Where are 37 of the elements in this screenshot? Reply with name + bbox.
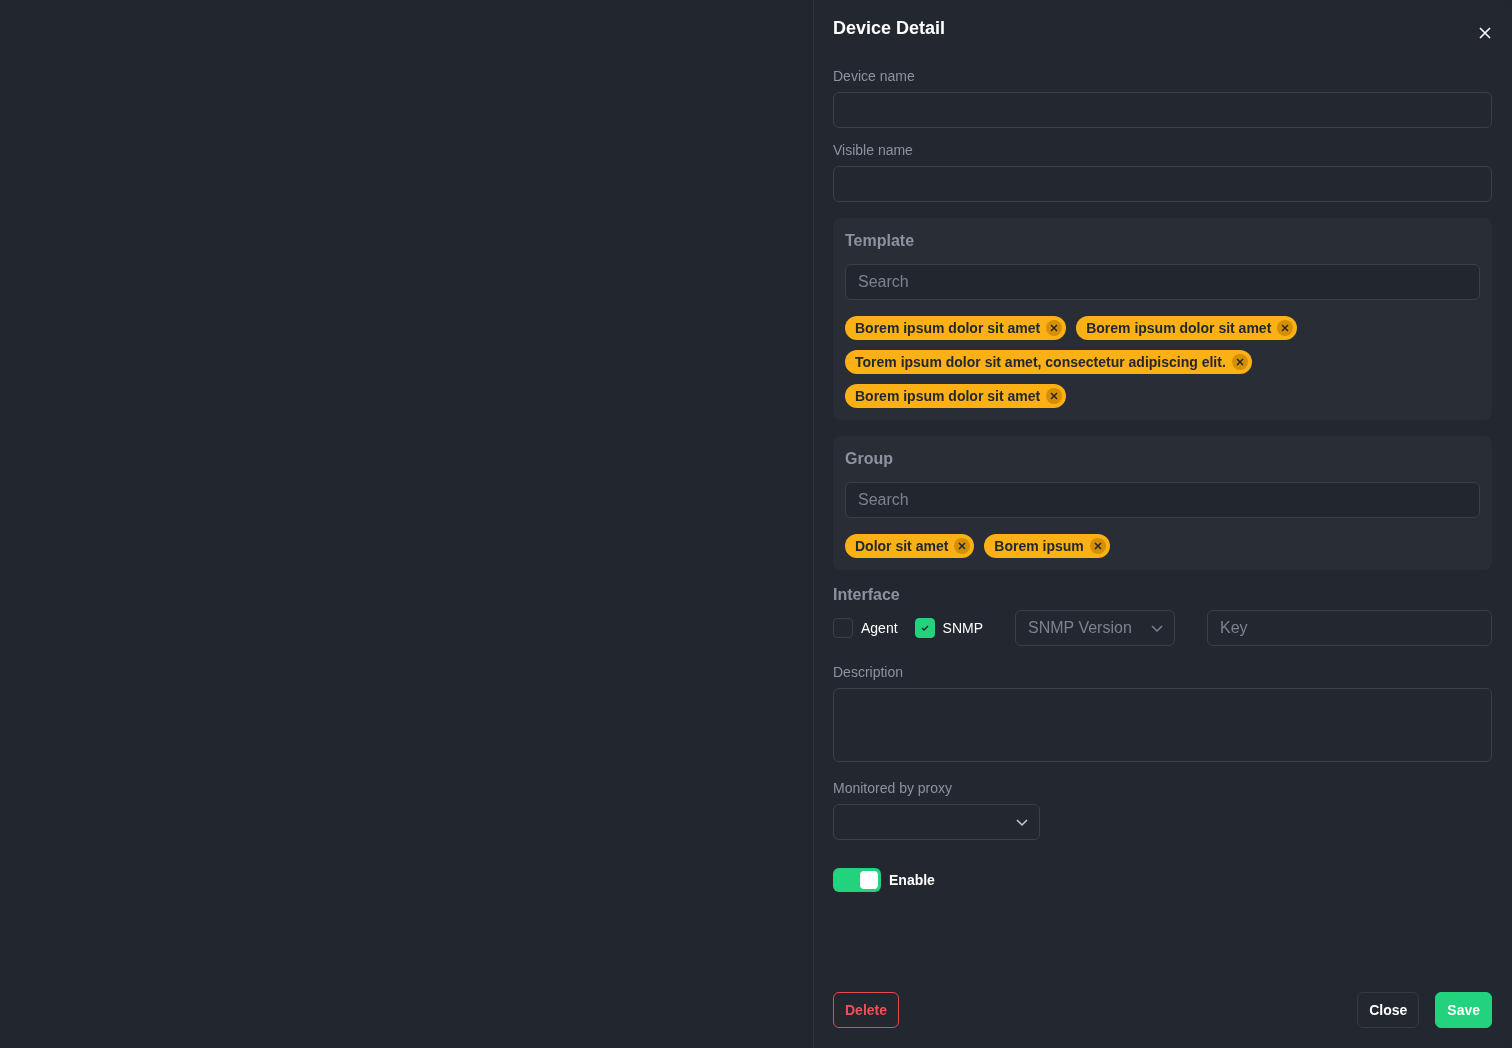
description-field[interactable]	[833, 688, 1492, 762]
field-label: Description	[833, 664, 905, 680]
text-input[interactable]	[833, 92, 1492, 128]
enable-toggle[interactable]	[833, 868, 881, 892]
checkbox-label: SNMP	[942, 620, 984, 636]
check-icon	[919, 623, 930, 633]
text-input[interactable]	[833, 166, 1492, 202]
key-field[interactable]: Key	[1207, 610, 1492, 646]
close-button[interactable]: Close	[1357, 992, 1420, 1028]
drawer-title: Device Detail	[833, 18, 946, 39]
remove-icon[interactable]	[1046, 388, 1063, 404]
tag-label: Torem ipsum dolor sit amet, consectetur adipiscing elit.	[855, 354, 1226, 370]
snmp-version-select[interactable]: SNMP Version	[1015, 610, 1176, 646]
remove-icon[interactable]	[1046, 320, 1063, 336]
field-label: Visible name	[833, 142, 914, 158]
section-title: Template	[845, 232, 916, 250]
checkbox[interactable]	[914, 618, 935, 638]
search-field[interactable]: Search	[845, 482, 1480, 518]
tag-label: Borem ipsum	[994, 538, 1084, 554]
remove-icon[interactable]	[1089, 538, 1106, 554]
checkbox-label: Agent	[861, 620, 898, 636]
checkbox[interactable]	[833, 618, 853, 638]
delete-button[interactable]: Delete	[833, 992, 900, 1028]
section-title: Interface	[833, 586, 901, 604]
toggle-label: Enable	[889, 872, 935, 888]
tag-label: Borem ipsum dolor sit amet	[855, 320, 1041, 336]
field-label: Device name	[833, 68, 916, 84]
close-icon[interactable]	[1478, 26, 1492, 40]
tag-label: Borem ipsum dolor sit amet	[1086, 320, 1272, 336]
section-title: Group	[845, 450, 894, 468]
remove-icon[interactable]	[1231, 354, 1248, 370]
remove-icon[interactable]	[1277, 320, 1294, 336]
tag-label: Borem ipsum dolor sit amet	[855, 388, 1041, 404]
field-label: Monitored by proxy	[833, 780, 954, 796]
search-field[interactable]: Search	[845, 264, 1480, 300]
tag-label: Dolor sit amet	[855, 538, 949, 554]
remove-icon[interactable]	[954, 538, 971, 554]
